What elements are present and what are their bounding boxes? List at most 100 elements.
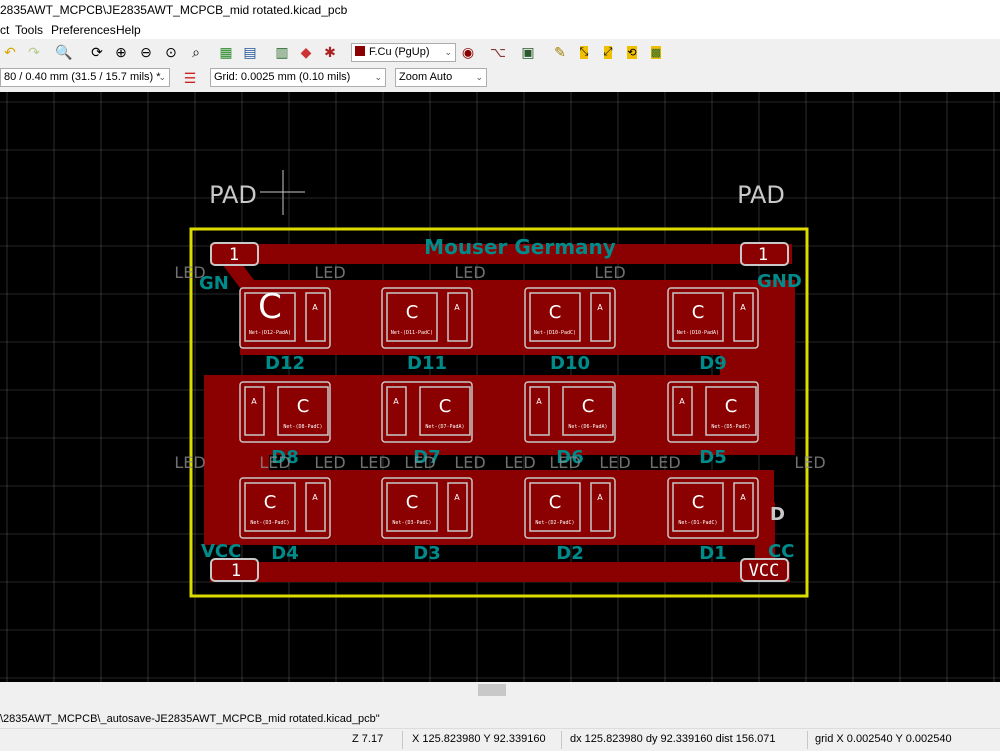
pad-anode-label: A: [597, 493, 603, 502]
title-bar: 2835AWT_MCPCB\JE2835AWT_MCPCB_mid rotate…: [0, 0, 1000, 22]
script-icon[interactable]: ✎: [550, 42, 570, 62]
pcb-route-icon[interactable]: ⌥: [488, 42, 508, 62]
zoom-fit-icon[interactable]: ⊙: [161, 42, 181, 62]
pad-net-label: Net-(D8-PadC): [283, 424, 322, 430]
pad-anode[interactable]: [447, 292, 468, 342]
bug-icon[interactable]: ✱: [320, 42, 340, 62]
pad-anode[interactable]: [590, 482, 611, 532]
chevron-down-icon: ⌄: [444, 47, 452, 57]
menu-item-select[interactable]: ct: [0, 23, 9, 37]
pcb-tune-icon[interactable]: ⤢: [598, 42, 618, 62]
netlist-icon[interactable]: ▦: [216, 42, 236, 62]
find-icon[interactable]: 🔍: [54, 42, 74, 62]
pad-anode[interactable]: [733, 482, 754, 532]
autoplace-icon[interactable]: ⤡: [574, 42, 594, 62]
layer-pair-icon[interactable]: ◆: [296, 42, 316, 62]
grid-select[interactable]: Grid: 0.0025 mm (0.10 mils) ⌄: [210, 68, 386, 87]
autoroute-icon[interactable]: ⟲: [622, 42, 642, 62]
led-d5[interactable]: C Net-(D5-PadC) A D5: [667, 381, 759, 468]
menu-item-tools[interactable]: Tools: [15, 23, 43, 37]
zoom-area-icon[interactable]: ⌕: [186, 42, 206, 62]
pad-net-label: Net-(D2-PadC): [535, 520, 574, 526]
led-d4[interactable]: C Net-(D3-PadC) A D4: [239, 477, 331, 564]
pad-net-label: Net-(D1-PadC): [678, 520, 717, 526]
board-silk-text: Mouser Germany: [424, 235, 616, 259]
refresh-icon[interactable]: ⟳: [87, 42, 107, 62]
library-icon[interactable]: ▤: [240, 42, 260, 62]
led-silk-text: LED: [649, 453, 680, 472]
menu-bar: ct Tools Preferences Help: [0, 22, 1000, 39]
pad-net-label: Net-(D3-PadC): [392, 520, 431, 526]
led-silk-text: LED: [314, 453, 345, 472]
led-d1[interactable]: C Net-(D1-PadC) A D1: [667, 477, 759, 564]
layer-color-swatch: [355, 46, 365, 56]
menu-item-preferences[interactable]: Preferences: [51, 23, 116, 37]
pad-anode[interactable]: [386, 386, 407, 436]
zoom-out-icon[interactable]: ⊖: [136, 42, 156, 62]
led-reference: D12: [265, 353, 305, 374]
led-reference: D1: [699, 543, 726, 564]
led-reference: D3: [413, 543, 440, 564]
led-silk-text: LED: [404, 453, 435, 472]
pad-anode-label: A: [597, 303, 603, 312]
led-d3[interactable]: C Net-(D3-PadC) A D3: [381, 477, 473, 564]
chevron-down-icon: ⌄: [374, 72, 382, 82]
move-exact-icon[interactable]: ▩: [646, 42, 666, 62]
led-d10[interactable]: C Net-(D10-PadC) A D10: [524, 287, 616, 374]
via-size-icon[interactable]: ☰: [180, 68, 200, 88]
track-width-select[interactable]: 80 / 0.40 mm (31.5 / 15.7 mils) * ⌄: [0, 68, 170, 87]
led-silk-text: LED: [359, 453, 390, 472]
led-d11[interactable]: C Net-(D11-PadC) A D11: [381, 287, 473, 374]
pad-anode[interactable]: [529, 386, 550, 436]
pad-cathode-label: C: [725, 396, 738, 417]
pad-top-left-label: 1: [229, 245, 239, 265]
board-3d-icon[interactable]: ▣: [518, 42, 538, 62]
led-d12[interactable]: C Net-(D12-PadA) A D12: [239, 287, 331, 374]
pad-net-label: Net-(D10-PadA): [677, 330, 719, 336]
ratsnest-icon[interactable]: ◉: [458, 42, 478, 62]
led-silk-text: LED: [594, 263, 625, 282]
led-silk-text: LED: [174, 453, 205, 472]
grid-readout: grid X 0.002540 Y 0.002540: [815, 733, 952, 745]
pad-anode[interactable]: [244, 386, 265, 436]
pad-cathode-label: C: [264, 492, 277, 513]
pad-anode[interactable]: [447, 482, 468, 532]
zoom-select[interactable]: Zoom Auto ⌄: [395, 68, 487, 87]
led-silk-text: LED: [794, 453, 825, 472]
pad-net-label: Net-(D10-PadC): [534, 330, 576, 336]
net-label-cc: CC: [768, 541, 794, 562]
led-reference: D2: [556, 543, 583, 564]
pad-anode[interactable]: [672, 386, 693, 436]
pad-anode[interactable]: [305, 292, 326, 342]
net-label-d: D: [770, 504, 785, 525]
pad-anode-label: A: [679, 397, 685, 406]
pad-net-label: Net-(D7-PadA): [425, 424, 464, 430]
pad-net-label: Net-(D3-PadC): [250, 520, 289, 526]
delta-readout: dx 125.823980 dy 92.339160 dist 156.071: [570, 733, 776, 745]
net-label-gnd: GND: [757, 271, 802, 292]
led-d2[interactable]: C Net-(D2-PadC) A D2: [524, 477, 616, 564]
pad-anode-label: A: [454, 303, 460, 312]
led-reference: D10: [550, 353, 590, 374]
drc-icon[interactable]: ▥: [272, 42, 292, 62]
net-label-vcc: VCC: [201, 541, 241, 562]
undo-icon[interactable]: ↷: [24, 42, 44, 62]
led-silk-text: LED: [599, 453, 630, 472]
pad-bottom-right-label: VCC: [749, 561, 780, 581]
led-reference: D4: [271, 543, 298, 564]
pad-anode[interactable]: [305, 482, 326, 532]
pcb-canvas[interactable]: Mouser Germany PAD PAD 1 1 1 VCC GN GND …: [0, 92, 1000, 682]
pad-anode[interactable]: [590, 292, 611, 342]
zoom-in-icon[interactable]: ⊕: [111, 42, 131, 62]
pad-label-right: PAD: [737, 181, 785, 209]
pad-anode[interactable]: [733, 292, 754, 342]
pad-top-right-label: 1: [758, 245, 768, 265]
redo-icon[interactable]: ↶: [0, 42, 20, 62]
pcb-drawing[interactable]: Mouser Germany PAD PAD 1 1 1 VCC GN GND …: [0, 92, 1000, 682]
led-silk-text: LED: [314, 263, 345, 282]
scrollbar-thumb[interactable]: [478, 684, 506, 696]
menu-item-help[interactable]: Help: [116, 23, 141, 37]
led-silk-text: LED: [454, 263, 485, 282]
layer-select[interactable]: F.Cu (PgUp) ⌄: [351, 43, 456, 62]
pad-anode-label: A: [312, 493, 318, 502]
